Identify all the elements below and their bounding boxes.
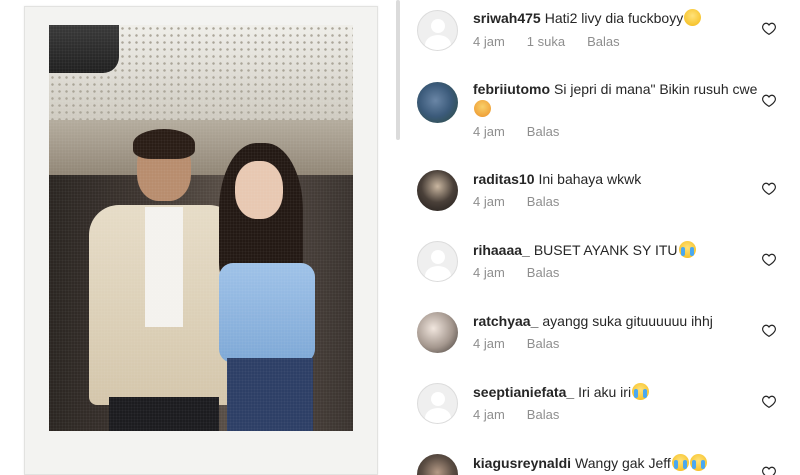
loudly-crying-emoji-icon (632, 383, 650, 400)
comment-time: 4 jam (473, 336, 505, 351)
comment-body: Ini bahaya wkwk (538, 171, 642, 187)
comment-body: BUSET AYANK SY ITU (533, 242, 678, 258)
heart-icon[interactable] (762, 324, 776, 337)
comment-body: Hati2 livy dia fuckboyy (544, 10, 684, 26)
comment-username[interactable]: rihaaaa_ (473, 242, 530, 258)
heart-icon[interactable] (762, 466, 776, 475)
polaroid-frame (24, 6, 378, 475)
avatar[interactable] (417, 82, 458, 123)
comment-time: 4 jam (473, 194, 505, 209)
comment-username[interactable]: ratchyaa_ (473, 313, 538, 329)
comment-text: kiagusreynaldi Wangy gak Jeff (473, 453, 763, 473)
comment-username[interactable]: raditas10 (473, 171, 534, 187)
comment-body: Iri aku iri (578, 384, 632, 400)
comment-text: sriwah475 Hati2 livy dia fuckboyy (473, 8, 763, 28)
comment-username[interactable]: kiagusreynaldi (473, 455, 571, 471)
comment-username[interactable]: seeptianiefata_ (473, 384, 574, 400)
post-photo-panel (0, 0, 400, 475)
comments-list: sriwah475 Hati2 livy dia fuckboyy 4 jam 1 … (400, 0, 800, 475)
comment-username[interactable]: febriiutomo (473, 81, 550, 97)
reply-button[interactable]: Balas (587, 34, 620, 49)
comment-time: 4 jam (473, 34, 505, 49)
reply-button[interactable]: Balas (527, 336, 560, 351)
comment-username[interactable]: sriwah475 (473, 10, 541, 26)
post-photo[interactable] (49, 25, 353, 431)
comment-text: rihaaaa_ BUSET AYANK SY ITU (473, 240, 763, 260)
comment-meta: 4 jam Balas (473, 336, 581, 351)
comment-text: ratchyaa_ ayangg suka gituuuuuu ihhj (473, 311, 763, 331)
grinning-sweat-emoji-icon (684, 9, 702, 26)
comment-time: 4 jam (473, 124, 505, 139)
comment-body: Si jepri di mana" Bikin rusuh cwe (554, 81, 758, 97)
comment-meta: 4 jam Balas (473, 265, 581, 280)
comment-text: febriiutomo Si jepri di mana" Bikin rusuh… (473, 79, 763, 119)
avatar[interactable] (417, 10, 458, 51)
avatar[interactable] (417, 454, 458, 475)
comment-likes[interactable]: 1 suka (527, 34, 565, 49)
angry-emoji-icon (474, 100, 491, 117)
heart-icon[interactable] (762, 395, 776, 408)
comment-meta: 4 jam Balas (473, 407, 581, 422)
comment-body: Wangy gak Jeff (575, 455, 671, 471)
heart-icon[interactable] (762, 94, 776, 107)
avatar[interactable] (417, 170, 458, 211)
heart-icon[interactable] (762, 253, 776, 266)
comment-body: ayangg suka gituuuuuu ihhj (542, 313, 713, 329)
loudly-crying-emoji-icon (671, 454, 689, 471)
loudly-crying-emoji-icon (689, 454, 707, 471)
reply-button[interactable]: Balas (527, 407, 560, 422)
comment-time: 4 jam (473, 407, 505, 422)
comment-text: seeptianiefata_ Iri aku iri (473, 382, 763, 402)
comment-text: raditas10 Ini bahaya wkwk (473, 169, 763, 189)
reply-button[interactable]: Balas (527, 194, 560, 209)
avatar[interactable] (417, 312, 458, 353)
heart-icon[interactable] (762, 182, 776, 195)
comment-meta: 4 jam 1 suka Balas (473, 34, 642, 49)
avatar[interactable] (417, 383, 458, 424)
avatar[interactable] (417, 241, 458, 282)
comment-meta: 4 jam Balas (473, 124, 581, 139)
heart-icon[interactable] (762, 22, 776, 35)
reply-button[interactable]: Balas (527, 124, 560, 139)
comment-meta: 4 jam Balas (473, 194, 581, 209)
loudly-crying-emoji-icon (678, 241, 696, 258)
comment-time: 4 jam (473, 265, 505, 280)
reply-button[interactable]: Balas (527, 265, 560, 280)
